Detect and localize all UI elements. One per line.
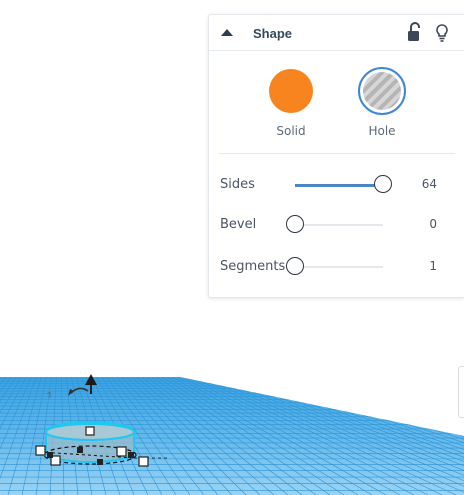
resize-handle-mid-left: [47, 452, 53, 458]
bevel-slider[interactable]: [286, 215, 383, 233]
segments-slider[interactable]: [286, 257, 383, 275]
resize-handle-front-right: [138, 456, 149, 467]
resize-handle-mid-front: [97, 459, 103, 465]
sides-slider-thumb[interactable]: [374, 175, 392, 193]
sides-row: Sides 64: [209, 173, 464, 197]
sides-value: 64: [421, 177, 437, 191]
panel-title: Shape: [253, 26, 293, 41]
resize-handle-top: [85, 426, 95, 436]
solid-option[interactable]: Solid: [261, 67, 321, 145]
panel-header: Shape: [209, 15, 464, 51]
segments-row: Segments 1: [209, 255, 464, 279]
hole-option[interactable]: Hole: [352, 67, 412, 145]
segments-label: Segments: [220, 259, 286, 274]
hole-label: Hole: [368, 124, 396, 138]
sides-label: Sides: [220, 177, 255, 192]
bevel-value: 0: [429, 217, 437, 231]
lightbulb-icon[interactable]: [435, 23, 449, 43]
sides-slider-fill: [295, 183, 383, 187]
divider: [219, 153, 455, 154]
solid-label: Solid: [276, 124, 306, 138]
segments-slider-thumb[interactable]: [286, 257, 304, 275]
resize-handle-right: [116, 446, 127, 457]
shape-inspector-panel: Shape Solid Hole Sides 64 Bevel 0 Segmen…: [208, 14, 464, 298]
resize-handle-left: [35, 445, 46, 456]
resize-handle-mid-back: [77, 447, 83, 453]
solid-color-swatch[interactable]: [269, 69, 313, 113]
resize-handle-mid-right: [128, 452, 134, 458]
bevel-label: Bevel: [220, 217, 257, 232]
side-panel-tab[interactable]: [458, 366, 464, 418]
sides-slider[interactable]: [295, 175, 392, 193]
bevel-slider-thumb[interactable]: [286, 215, 304, 233]
bevel-row: Bevel 0: [209, 213, 464, 237]
triangle-up-icon[interactable]: [219, 26, 235, 40]
unlock-icon[interactable]: [407, 22, 421, 42]
segments-value: 1: [429, 259, 437, 273]
hole-pattern-swatch[interactable]: [358, 67, 406, 115]
